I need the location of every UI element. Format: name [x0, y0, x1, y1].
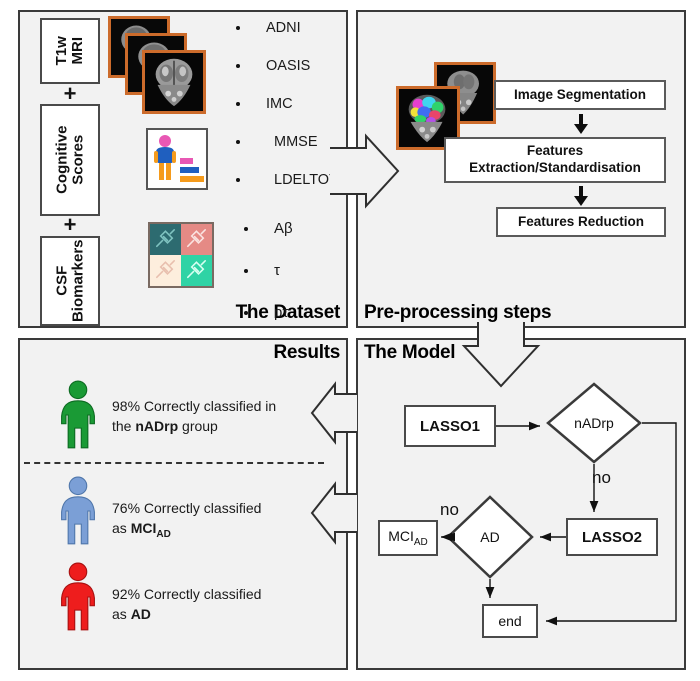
label-box-t1w-mri-text: T1w MRI [53, 36, 86, 65]
list-item: LDELTOTAL [230, 172, 355, 188]
result-text-mci: 76% Correctly classified as MCIAD [112, 498, 261, 543]
csf-cell-mint [181, 255, 212, 286]
flow-decision-ad-label: AD [480, 529, 500, 545]
flow-node-lasso2-label: LASSO2 [581, 528, 642, 546]
down-arrow-icon-1 [574, 114, 588, 134]
mci-sub: AD [413, 536, 428, 548]
cognitive-icon-svg [148, 130, 206, 188]
result-line2: as MCIAD [112, 518, 261, 542]
flow-node-end: end [482, 604, 538, 638]
mci-main: MCI [388, 528, 414, 545]
figure-root: The Dataset T1w MRI + Cognitive Scores + C… [0, 0, 700, 681]
result-line2-bold: AD [130, 606, 151, 623]
t1w-line2: MRI [69, 37, 86, 65]
syringe-icon-mint [187, 260, 206, 279]
syringe-icon-teal [156, 229, 175, 248]
list-item: ADNI [230, 20, 355, 36]
process-box-features-extraction: Features Extraction/Standardisation [444, 137, 666, 183]
plus-symbol-1: + [63, 81, 77, 106]
down-arrow-icon-2 [574, 186, 588, 206]
edge-label-no-1: no [592, 468, 611, 487]
process-box-image-segmentation-label: Image Segmentation [513, 86, 647, 102]
result-line2-pre: as [112, 606, 131, 623]
list-item: τ [238, 262, 293, 279]
cognitive-scores-person-chart-icon [146, 128, 208, 190]
result-line2-bold: MCI [130, 520, 157, 537]
panel-title-results: Results [273, 342, 340, 363]
flow-node-lasso1-label: LASSO1 [419, 417, 480, 435]
cog-line1: Cognitive [53, 125, 71, 195]
result-line1: 92% Correctly classified [112, 586, 262, 602]
flow-decision-ad: AD [446, 495, 534, 579]
panel-title-model: The Model [364, 342, 456, 363]
dataset-source-list: ADNI OASIS IMC MMSE LDELTOTAL [230, 20, 355, 210]
result-line2: the nADrp group [112, 416, 276, 436]
plus-symbol-2: + [63, 212, 77, 237]
process-box-features-reduction: Features Reduction [496, 207, 666, 237]
csf-cell-salmon [181, 224, 212, 255]
flow-decision-nadrp-label: nADrp [574, 415, 614, 431]
feat-line1: Features [526, 143, 584, 159]
flow-node-end-label: end [498, 613, 522, 629]
list-item: IMC [230, 96, 355, 112]
results-divider [24, 462, 324, 464]
label-box-csf-biomarkers-text: CSF Biomarkers [53, 239, 87, 323]
result-line2-pre: the [112, 418, 136, 435]
brain-scan-svg-3 [145, 53, 203, 111]
result-line2-post: group [178, 418, 218, 435]
csf-line1: CSF [53, 266, 71, 297]
result-line2: as AD [112, 604, 261, 624]
result-text-ad: 92% Correctly classified as AD [112, 584, 261, 625]
list-item: pτ [238, 304, 293, 321]
csf-biomarker-list: Aβ τ pτ [238, 220, 293, 346]
syringe-icon-salmon [187, 229, 206, 248]
flow-decision-nadrp: nADrp [546, 382, 642, 464]
flow-node-lasso1: LASSO1 [404, 405, 496, 447]
csf-cell-teal [150, 224, 181, 255]
mri-slice-front [142, 50, 206, 114]
result-line2-sub: AD [156, 529, 171, 541]
label-box-csf-biomarkers: CSF Biomarkers [40, 236, 100, 326]
edge-label-no-2: no [440, 500, 459, 519]
person-blue-svg [61, 476, 95, 545]
list-item: MMSE [230, 134, 355, 150]
list-item: OASIS [230, 58, 355, 74]
list-item: Aβ [238, 220, 293, 237]
person-icon-blue [56, 476, 100, 546]
process-box-features-extraction-label: Features Extraction/Standardisation [469, 143, 641, 177]
mri-brain-stack-icon [108, 16, 208, 116]
result-text-nadrp: 98% Correctly classified in the nADrp gr… [112, 396, 276, 437]
csf-syringe-grid-icon [148, 222, 214, 288]
csf-line2: Biomarkers [69, 239, 87, 323]
label-box-cognitive-scores-text: Cognitive Scores [53, 125, 86, 195]
process-box-features-reduction-label: Features Reduction [517, 213, 645, 229]
result-line2-bold: nADrp [135, 418, 179, 435]
csf-cell-cream [150, 255, 181, 286]
flow-node-lasso2: LASSO2 [566, 518, 658, 556]
panel-title-preprocessing: Pre-processing steps [364, 302, 552, 323]
process-box-image-segmentation: Image Segmentation [494, 80, 666, 110]
syringe-icon-cream [156, 260, 175, 279]
flow-node-mci-ad-label: MCIAD [388, 528, 428, 548]
feat-line2: Extraction/Standardisation [469, 160, 641, 175]
person-red-svg [61, 562, 95, 631]
cog-line2: Scores [69, 134, 86, 186]
result-line2-pre: as [112, 520, 131, 537]
flow-node-mci-ad: MCIAD [378, 520, 438, 556]
label-box-t1w-mri: T1w MRI [40, 18, 100, 84]
person-icon-green [56, 380, 100, 450]
result-line1: 76% Correctly classified [112, 500, 262, 516]
result-line1: 98% Correctly classified in [112, 398, 277, 414]
label-box-cognitive-scores: Cognitive Scores [40, 104, 100, 216]
person-icon-red [56, 562, 100, 632]
person-green-svg [61, 380, 95, 449]
